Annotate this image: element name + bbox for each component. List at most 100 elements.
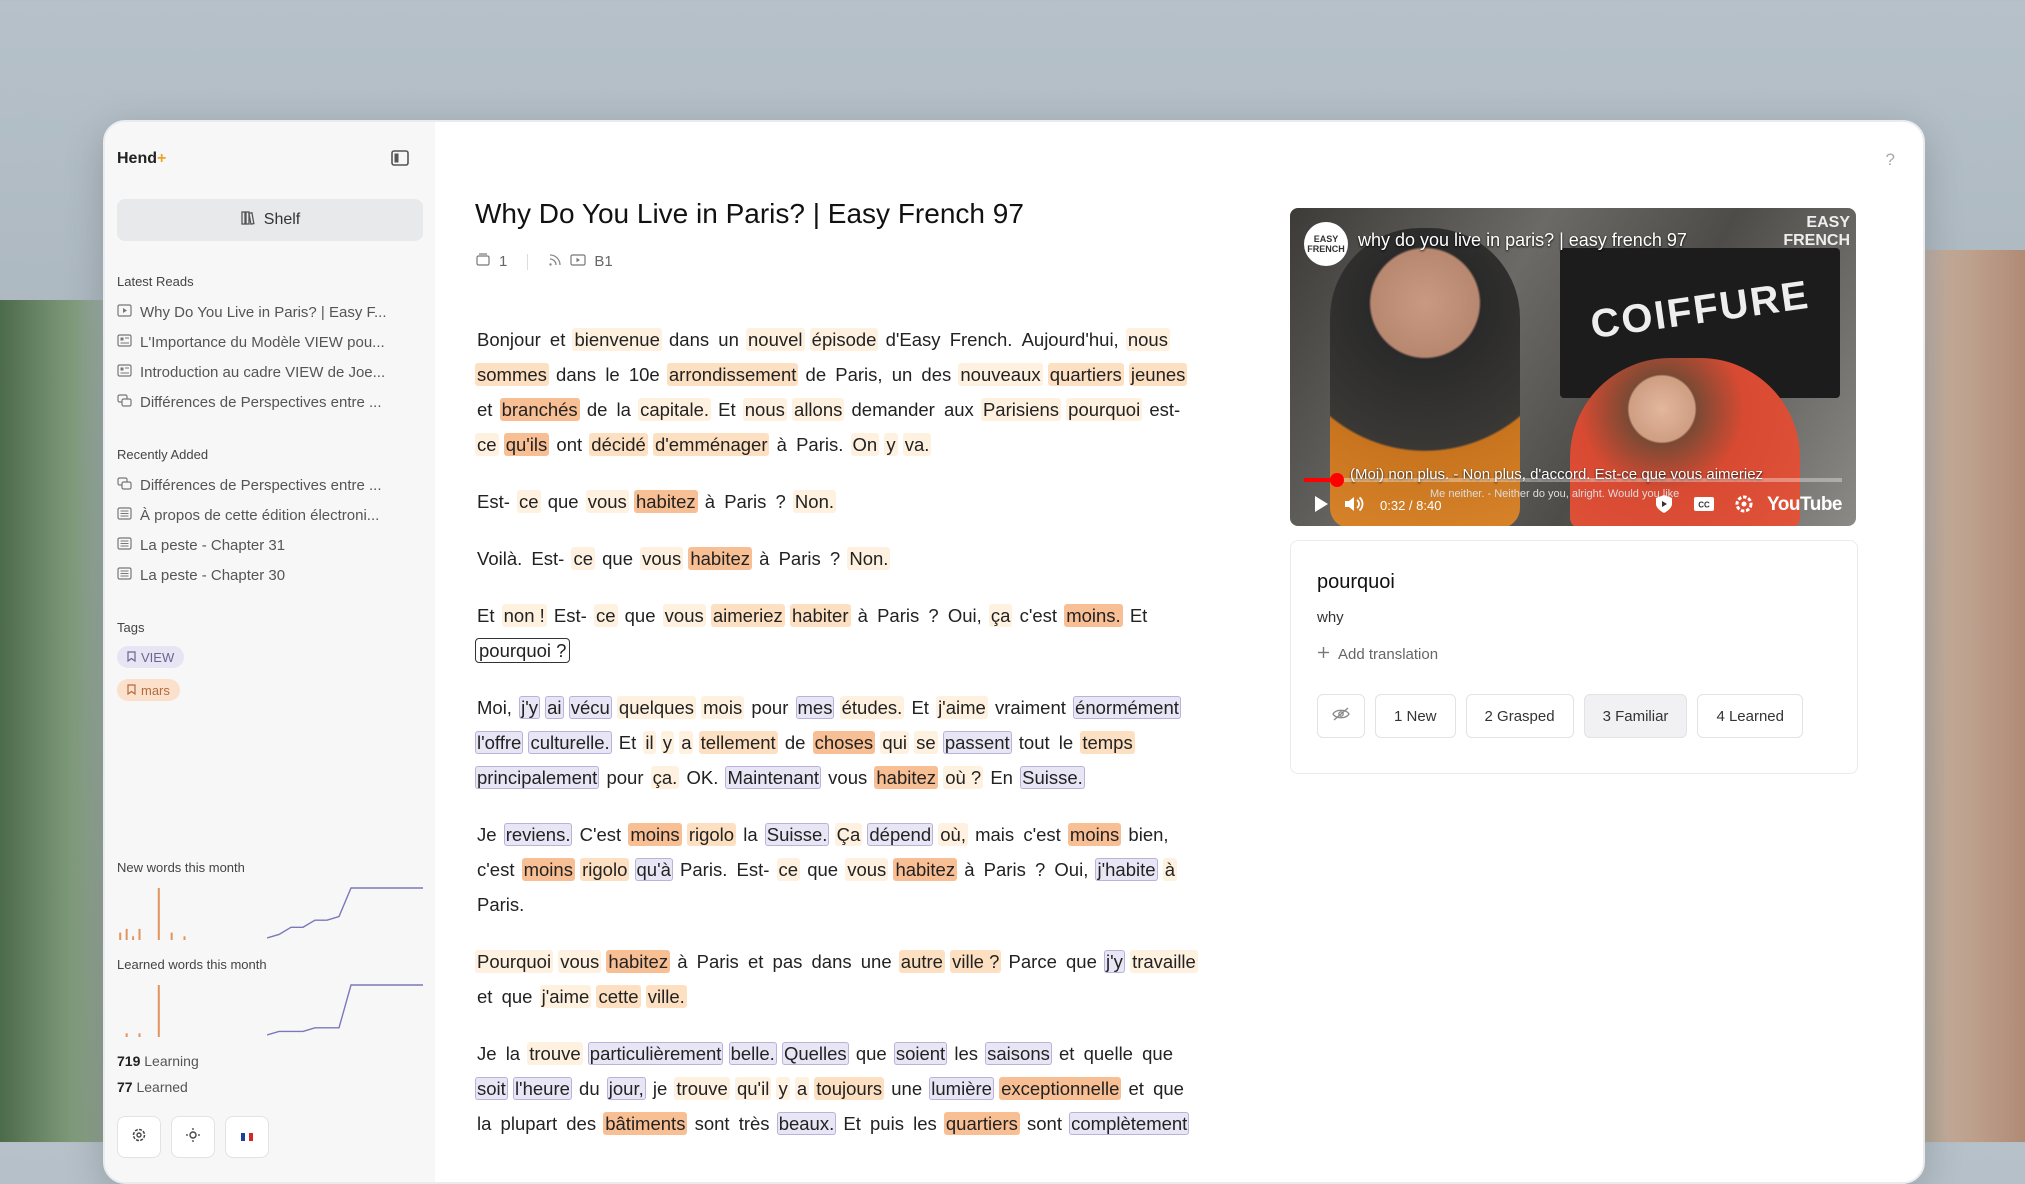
word-token[interactable]: Et [475, 604, 496, 627]
word-token[interactable]: Paris [982, 858, 1028, 881]
word-token[interactable]: puis [868, 1112, 906, 1135]
word-token[interactable]: qu'à [634, 858, 673, 881]
word-token[interactable]: Paris [695, 950, 741, 973]
video-settings-button[interactable] [1727, 490, 1761, 520]
word-token[interactable]: l'offre [475, 731, 524, 754]
word-token[interactable]: vous [585, 490, 629, 513]
word-token[interactable]: trouve [527, 1042, 583, 1065]
word-token[interactable]: jeunes [1128, 363, 1188, 386]
word-token[interactable]: Non. [792, 490, 836, 513]
word-token[interactable]: de [585, 398, 610, 421]
word-token[interactable]: qu'ils [503, 433, 550, 456]
word-token[interactable]: saisons [985, 1042, 1052, 1065]
word-token[interactable]: va. [902, 433, 932, 456]
word-token[interactable]: rigolo [580, 858, 630, 881]
word-token[interactable]: la [475, 1112, 493, 1135]
latest-read-item[interactable]: Why Do You Live in Paris? | Easy F... [117, 297, 417, 327]
word-token[interactable]: vous [845, 858, 889, 881]
word-token[interactable]: très [737, 1112, 772, 1135]
selected-word-token[interactable]: pourquoi ? [475, 638, 571, 663]
word-token[interactable]: non ! [501, 604, 547, 627]
word-token[interactable]: trouve [674, 1077, 730, 1100]
word-token[interactable]: Paris. [475, 893, 526, 916]
word-token[interactable]: décidé [589, 433, 648, 456]
word-token[interactable]: Ça [834, 823, 863, 846]
word-token[interactable]: principalement [475, 766, 600, 789]
word-token[interactable]: Maintenant [725, 766, 822, 789]
word-token[interactable]: et [548, 328, 567, 351]
word-token[interactable]: ce [475, 433, 499, 456]
word-token[interactable]: que [600, 547, 635, 570]
word-token[interactable]: que [1140, 1042, 1175, 1065]
word-token[interactable]: Est- [529, 547, 566, 570]
word-token[interactable]: bien, [1126, 823, 1170, 846]
word-token[interactable]: j'habite [1095, 858, 1158, 881]
word-token[interactable]: branchés [499, 398, 580, 421]
word-token[interactable]: Aujourd'hui, [1020, 328, 1121, 351]
word-token[interactable]: à [1162, 858, 1177, 881]
word-token[interactable]: allons [792, 398, 845, 421]
word-token[interactable]: habitez [606, 950, 671, 973]
word-token[interactable]: plupart [499, 1112, 560, 1135]
word-token[interactable]: Je [475, 1042, 499, 1065]
word-token[interactable]: j'y [1104, 950, 1125, 973]
word-token[interactable]: Et [716, 398, 737, 421]
word-token[interactable]: d'Easy [884, 328, 943, 351]
word-token[interactable]: j'aime [539, 985, 592, 1008]
word-token[interactable]: 10e [627, 363, 662, 386]
word-token[interactable]: à [703, 490, 717, 513]
language-button[interactable] [225, 1116, 269, 1158]
word-token[interactable]: les [911, 1112, 939, 1135]
help-icon[interactable]: ? [1886, 150, 1895, 170]
word-token[interactable]: Suisse. [764, 823, 830, 846]
word-token[interactable]: nouveaux [958, 363, 1043, 386]
word-token[interactable]: Est- [552, 604, 589, 627]
word-token[interactable]: dépend [867, 823, 934, 846]
word-token[interactable]: ? [828, 547, 842, 570]
word-token[interactable]: Est- [475, 490, 512, 513]
word-token[interactable]: y [660, 731, 675, 754]
word-token[interactable]: Paris [722, 490, 768, 513]
word-token[interactable]: une [859, 950, 894, 973]
word-token[interactable]: des [564, 1112, 598, 1135]
word-token[interactable]: lumière [929, 1077, 994, 1100]
word-token[interactable]: ville ? [950, 950, 1002, 973]
video-title[interactable]: why do you live in paris? | easy french … [1358, 230, 1687, 251]
word-token[interactable]: et [475, 398, 494, 421]
word-token[interactable]: quelle [1082, 1042, 1135, 1065]
tag-mars[interactable]: mars [117, 679, 180, 701]
word-token[interactable]: nouvel [746, 328, 805, 351]
word-token[interactable]: vécu [568, 696, 612, 719]
word-token[interactable]: la [615, 398, 633, 421]
captions-button[interactable]: CC [1687, 490, 1721, 520]
word-token[interactable]: moins [521, 858, 575, 881]
word-token[interactable]: y [884, 433, 898, 456]
word-token[interactable]: aux [942, 398, 976, 421]
word-token[interactable]: rigolo [686, 823, 737, 846]
word-token[interactable]: reviens. [503, 823, 573, 846]
shelf-button[interactable]: Shelf [117, 199, 423, 241]
level-learned-button[interactable]: 4 Learned [1697, 694, 1803, 738]
word-token[interactable]: le [603, 363, 621, 386]
word-token[interactable]: ça [988, 604, 1013, 627]
word-token[interactable]: habitez [874, 766, 939, 789]
word-token[interactable]: à [856, 604, 870, 627]
channel-avatar[interactable]: EASY FRENCH [1304, 222, 1348, 266]
word-token[interactable]: moins. [1064, 604, 1123, 627]
word-token[interactable]: bâtiments [603, 1112, 688, 1135]
word-token[interactable]: épisode [809, 328, 879, 351]
word-token[interactable]: où, [938, 823, 968, 846]
word-token[interactable]: des [919, 363, 953, 386]
word-token[interactable]: Non. [847, 547, 891, 570]
word-token[interactable]: la [504, 1042, 522, 1065]
word-token[interactable]: sont [1025, 1112, 1064, 1135]
theme-button[interactable] [171, 1116, 215, 1158]
word-token[interactable]: soient [893, 1042, 948, 1065]
word-token[interactable]: C'est [578, 823, 624, 846]
word-token[interactable]: d'emménager [652, 433, 770, 456]
word-token[interactable]: c'est [1018, 604, 1059, 627]
word-token[interactable]: habitez [633, 490, 698, 513]
word-token[interactable]: pourquoi [1066, 398, 1143, 421]
word-token[interactable]: a [794, 1077, 810, 1100]
word-token[interactable]: quartiers [1047, 363, 1124, 386]
